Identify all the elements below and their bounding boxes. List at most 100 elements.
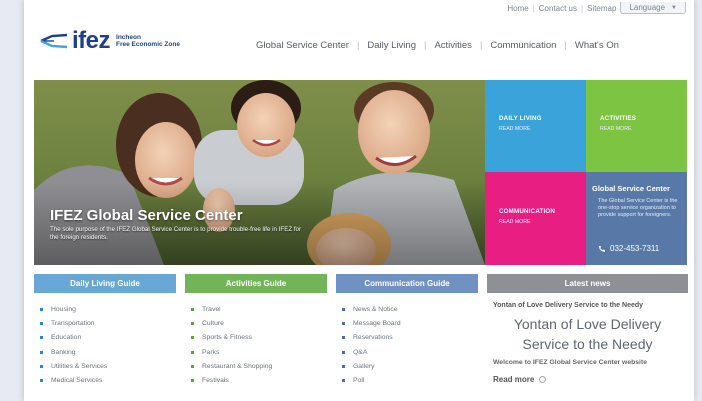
list-item-label: Housing — [51, 305, 76, 313]
list-item-label: Sports & Fitness — [202, 334, 252, 342]
nav-activities[interactable]: Activities — [426, 40, 479, 51]
list-item[interactable]: Utilities & Services — [40, 359, 176, 373]
list-item[interactable]: Message Board — [342, 316, 478, 330]
bullet-icon — [191, 336, 194, 340]
logo-line-2: Free Economic Zone — [116, 41, 180, 48]
nav-whats-on[interactable]: What's On — [567, 40, 627, 51]
tile-activities[interactable]: ACTIVITIES READ MORE — [586, 80, 687, 172]
tile-global-service-center[interactable]: Global Service Center The Global Service… — [586, 172, 687, 265]
list-item-label: Message Board — [353, 319, 401, 327]
bullet-icon — [40, 321, 43, 325]
bullet-icon — [342, 379, 345, 383]
divider: | — [581, 3, 584, 13]
list-item-label: Q&A — [353, 348, 368, 356]
main-navigation: Global Service Center | Daily Living | A… — [248, 40, 627, 51]
tile-daily-living-more[interactable]: READ MORE — [499, 126, 530, 132]
tile-communication[interactable]: COMMUNICATION READ MORE — [485, 172, 586, 265]
activities-guide: Activities Guide Travel Culture Sports &… — [185, 274, 327, 401]
bullet-icon — [40, 379, 43, 383]
list-item[interactable]: Banking — [40, 345, 176, 359]
nav-global-service-center[interactable]: Global Service Center — [248, 40, 357, 51]
bullet-icon — [342, 336, 345, 340]
tile-daily-living-title: DAILY LIVING — [499, 115, 542, 122]
list-item-label: Poll — [353, 377, 365, 385]
list-item-label: Gallery — [353, 362, 375, 370]
news-welcome[interactable]: Welcome to IFEZ Global Service Center we… — [493, 359, 688, 366]
list-item-label: Transportation — [51, 319, 95, 327]
list-item-label: Festivals — [202, 377, 229, 385]
list-item-label: News & Notice — [353, 305, 398, 313]
list-item[interactable]: Festivals — [191, 373, 327, 387]
chevron-down-icon: ▼ — [671, 4, 677, 11]
hero-banner[interactable]: IFEZ Global Service Center The sole purp… — [34, 80, 485, 265]
list-item[interactable]: Culture — [191, 316, 327, 330]
bullet-icon — [40, 307, 43, 311]
gsc-phone: 032-453-7311 — [598, 244, 659, 253]
tile-daily-living[interactable]: DAILY LIVING READ MORE — [485, 80, 586, 172]
logo-line-1: Incheon — [116, 34, 141, 41]
daily-living-list: Housing Transportation Education Banking… — [40, 302, 176, 388]
sitemap-link[interactable]: Sitemap — [587, 4, 616, 13]
home-link[interactable]: Home — [507, 4, 528, 13]
bullet-icon — [342, 321, 345, 325]
contact-link[interactable]: Contact us — [539, 4, 577, 13]
list-item-label: Reservations — [353, 334, 393, 342]
communication-guide: Communication Guide News & Notice Messag… — [336, 274, 478, 401]
logo-icon — [40, 33, 68, 49]
bullet-icon — [191, 321, 194, 325]
list-item-label: Travel — [202, 305, 221, 313]
news-headline[interactable]: Yontan of Love Delivery Service to the N… — [493, 302, 688, 309]
list-item-label: Banking — [51, 348, 76, 356]
list-item-label: Culture — [202, 319, 224, 327]
bullet-icon — [191, 364, 194, 368]
list-item[interactable]: Sports & Fitness — [191, 331, 327, 345]
bullet-icon — [342, 364, 345, 368]
communication-guide-title[interactable]: Communication Guide — [336, 274, 478, 293]
list-item[interactable]: Restaurant & Shopping — [191, 359, 327, 373]
bullet-icon — [40, 350, 43, 354]
bullet-icon — [40, 364, 43, 368]
list-item[interactable]: Q&A — [342, 345, 478, 359]
language-label: Language — [629, 3, 666, 12]
nav-communication[interactable]: Communication — [482, 40, 564, 51]
list-item[interactable]: Poll — [342, 373, 478, 387]
list-item-label: Restaurant & Shopping — [202, 362, 273, 370]
daily-living-guide: Daily Living Guide Housing Transportatio… — [34, 274, 176, 401]
hero-description: The sole purpose of the IFEZ Global Serv… — [50, 226, 302, 241]
logo-wordmark: ifez — [72, 27, 111, 54]
activities-list: Travel Culture Sports & Fitness Parks Re… — [191, 302, 327, 388]
list-item[interactable]: Transportation — [40, 316, 176, 330]
phone-icon — [599, 245, 605, 252]
logo-subtitle: Incheon Free Economic Zone — [116, 34, 180, 48]
bullet-icon — [342, 350, 345, 354]
news-feature-line-1: Yontan of Love Delivery — [513, 316, 662, 332]
tile-activities-more[interactable]: READ MORE — [600, 126, 631, 132]
gsc-description: The Global Service Center is the one-sto… — [598, 198, 678, 218]
news-feature-text: Yontan of Love Delivery Service to the N… — [487, 314, 688, 354]
read-more-link[interactable]: Read more — [493, 375, 688, 384]
daily-living-guide-title[interactable]: Daily Living Guide — [34, 274, 176, 293]
list-item[interactable]: Medical Services — [40, 373, 176, 387]
tile-activities-title: ACTIVITIES — [600, 115, 637, 122]
list-item[interactable]: Parks — [191, 345, 327, 359]
activities-guide-title[interactable]: Activities Guide — [185, 274, 327, 293]
tile-communication-more[interactable]: READ MORE — [499, 219, 530, 225]
bullet-icon — [191, 379, 194, 383]
latest-news: Latest news Yontan of Love Delivery Serv… — [487, 274, 688, 401]
language-select[interactable]: Language ▼ — [620, 2, 686, 14]
site-logo[interactable]: ifez Incheon Free Economic Zone — [40, 27, 180, 55]
list-item[interactable]: News & Notice — [342, 302, 478, 316]
bullet-icon — [342, 307, 345, 311]
bullet-icon — [191, 350, 194, 354]
latest-news-title[interactable]: Latest news — [487, 274, 688, 293]
list-item[interactable]: Education — [40, 331, 176, 345]
gsc-title: Global Service Center — [592, 184, 670, 193]
nav-daily-living[interactable]: Daily Living — [359, 40, 424, 51]
list-item[interactable]: Gallery — [342, 359, 478, 373]
list-item-label: Medical Services — [51, 377, 103, 385]
list-item[interactable]: Housing — [40, 302, 176, 316]
list-item[interactable]: Travel — [191, 302, 327, 316]
utility-bar: Home | Contact us | Sitemap Language ▼ — [507, 0, 686, 16]
list-item[interactable]: Reservations — [342, 331, 478, 345]
bullet-icon — [191, 307, 194, 311]
